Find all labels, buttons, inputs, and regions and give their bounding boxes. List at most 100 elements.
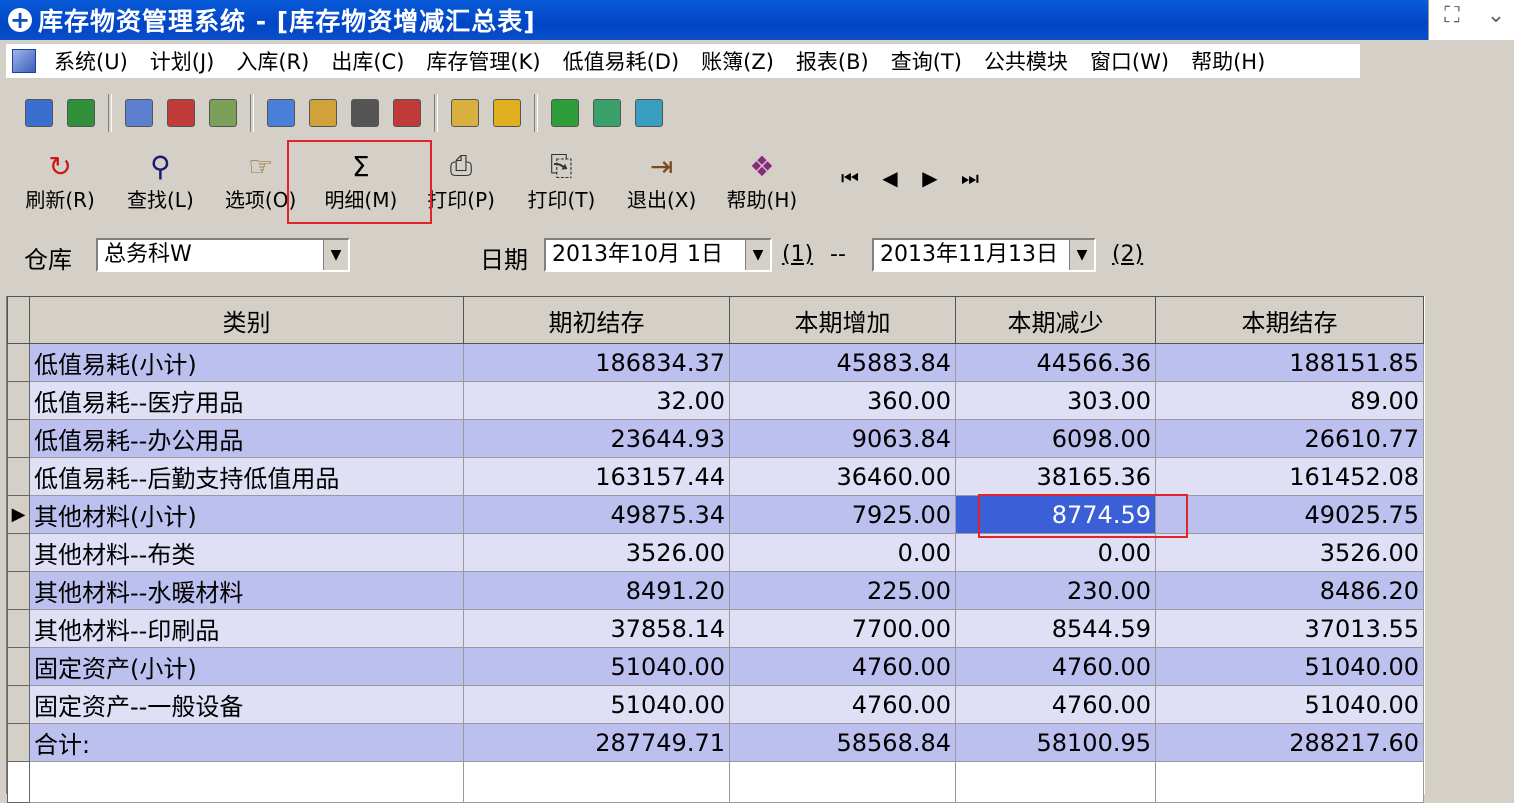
cell-increase[interactable]: 225.00 [729,571,956,610]
cell-opening[interactable]: 3526.00 [463,533,730,572]
cell-increase[interactable]: 58568.84 [729,723,956,762]
header-decrease[interactable]: 本期减少 [955,296,1156,344]
cell-increase[interactable]: 45883.84 [729,343,956,382]
first-record-icon[interactable]: ⏮ [830,166,870,190]
cell-closing[interactable]: 26610.77 [1155,419,1424,458]
table-row[interactable]: 低值易耗--办公用品 23644.93 9063.84 6098.00 26610.77 [7,419,1424,458]
folder-icon[interactable] [451,99,479,127]
cell-opening[interactable]: 186834.37 [463,343,730,382]
print-preview-button[interactable]: ⎘ 打印(T) [511,149,611,213]
menu-common[interactable]: 公共模块 [974,46,1080,76]
chevron-down-icon[interactable]: ▼ [745,240,770,270]
row-indicator[interactable] [7,609,30,648]
cell-cat[interactable]: 低值易耗--后勤支持低值用品 [29,457,464,496]
row-indicator[interactable] [7,343,30,382]
row-indicator[interactable] [7,381,30,420]
restore-icon[interactable]: ⛶ [1433,2,1471,30]
table-row[interactable]: ▶ 其他材料(小计) 49875.34 7925.00 8774.59 49025.75 [7,495,1424,534]
row-indicator[interactable] [7,419,30,458]
cell-cat[interactable]: 低值易耗(小计) [29,343,464,382]
cell-decrease[interactable]: 38165.36 [955,457,1156,496]
cell-increase[interactable]: 7925.00 [729,495,956,534]
thermometer-icon[interactable] [493,99,521,127]
chevron-down-icon[interactable]: ▼ [1069,240,1094,270]
cell-decrease[interactable]: 44566.36 [955,343,1156,382]
menu-system[interactable]: 系统(U) [44,46,140,76]
row-indicator[interactable] [7,647,30,686]
cell-decrease[interactable]: 230.00 [955,571,1156,610]
cell-opening[interactable]: 8491.20 [463,571,730,610]
cell-cat[interactable]: 其他材料--布类 [29,533,464,572]
store-select[interactable]: 总务科W ▼ [96,238,350,272]
edit-icon[interactable] [309,99,337,127]
menu-window[interactable]: 窗口(W) [1080,46,1181,76]
grid-icon[interactable] [351,99,379,127]
system-menu-icon[interactable] [12,49,36,73]
row-indicator[interactable] [7,571,30,610]
cell-cat[interactable]: 固定资产--一般设备 [29,685,464,724]
last-record-icon[interactable]: ⏭ [950,166,990,190]
chevron-down-icon[interactable]: ▼ [323,240,348,270]
menu-outbound[interactable]: 出库(C) [321,46,416,76]
menu-low-value[interactable]: 低值易耗(D) [553,46,692,76]
row-indicator[interactable] [7,723,30,762]
cell-increase[interactable]: 36460.00 [729,457,956,496]
cell-cat[interactable]: 固定资产(小计) [29,647,464,686]
date-from-link[interactable]: (1) [782,242,813,267]
table-row[interactable]: 其他材料--布类 3526.00 0.00 0.00 3526.00 [7,533,1424,572]
cell-closing[interactable]: 49025.75 [1155,495,1424,534]
cell-increase[interactable]: 4760.00 [729,647,956,686]
menu-inbound[interactable]: 入库(R) [226,46,321,76]
prev-record-icon[interactable]: ◀ [870,166,910,190]
cell-opening[interactable]: 163157.44 [463,457,730,496]
scan-icon[interactable] [209,99,237,127]
table-row[interactable]: 固定资产--一般设备 51040.00 4760.00 4760.00 51040.00 [7,685,1424,724]
cell-decrease[interactable]: 303.00 [955,381,1156,420]
menu-plan[interactable]: 计划(J) [140,46,227,76]
cell-cat[interactable]: 合计: [29,723,464,762]
cell-cat[interactable]: 低值易耗--办公用品 [29,419,464,458]
cell-closing[interactable]: 3526.00 [1155,533,1424,572]
table-row[interactable]: 低值易耗--医疗用品 32.00 360.00 303.00 89.00 [7,381,1424,420]
cell-closing[interactable]: 188151.85 [1155,343,1424,382]
cell-closing[interactable]: 288217.60 [1155,723,1424,762]
cell-increase[interactable]: 9063.84 [729,419,956,458]
cell-cat[interactable]: 其他材料--印刷品 [29,609,464,648]
cell-increase[interactable]: 7700.00 [729,609,956,648]
cell-cat[interactable]: 其他材料--水暖材料 [29,571,464,610]
cell-decrease[interactable]: 58100.95 [955,723,1156,762]
cell-decrease[interactable]: 8544.59 [955,609,1156,648]
help-button[interactable]: ❖ 帮助(H) [712,150,812,213]
cell-closing[interactable]: 89.00 [1155,381,1424,420]
cell-opening[interactable]: 287749.71 [463,723,730,762]
date-from-picker[interactable]: 2013年10月 1日 ▼ [544,238,772,272]
cell-closing[interactable]: 37013.55 [1155,609,1424,648]
menu-query[interactable]: 查询(T) [881,46,974,76]
cell-closing[interactable]: 8486.20 [1155,571,1424,610]
table-row[interactable]: 低值易耗(小计) 186834.37 45883.84 44566.36 188151.… [7,343,1424,382]
table-row[interactable]: 低值易耗--后勤支持低值用品 163157.44 36460.00 38165.36 1… [7,457,1424,496]
cell-opening[interactable]: 51040.00 [463,647,730,686]
row-indicator[interactable] [7,533,30,572]
cell-closing[interactable]: 51040.00 [1155,647,1424,686]
magnifier-icon[interactable] [267,99,295,127]
transfer-icon[interactable] [393,99,421,127]
cell-decrease[interactable]: 6098.00 [955,419,1156,458]
row-indicator[interactable]: ▶ [7,495,30,534]
menu-help[interactable]: 帮助(H) [1181,46,1277,76]
table-row[interactable]: 合计: 287749.71 58568.84 58100.95 288217.60 [7,723,1424,762]
find-button[interactable]: ⚲ 查找(L) [110,150,210,213]
cell-opening[interactable]: 23644.93 [463,419,730,458]
date-to-link[interactable]: (2) [1112,242,1143,267]
header-category[interactable]: 类别 [29,296,464,344]
menu-inventory[interactable]: 库存管理(K) [416,46,552,76]
row-indicator[interactable] [7,457,30,496]
cell-decrease[interactable]: 0.00 [955,533,1156,572]
cell-opening[interactable]: 37858.14 [463,609,730,648]
row-indicator[interactable] [7,685,30,724]
stop-icon[interactable] [551,99,579,127]
cell-decrease[interactable]: 4760.00 [955,647,1156,686]
table-row[interactable]: 固定资产(小计) 51040.00 4760.00 4760.00 51040.00 [7,647,1424,686]
cell-cat[interactable]: 低值易耗--医疗用品 [29,381,464,420]
header-opening[interactable]: 期初结存 [463,296,730,344]
